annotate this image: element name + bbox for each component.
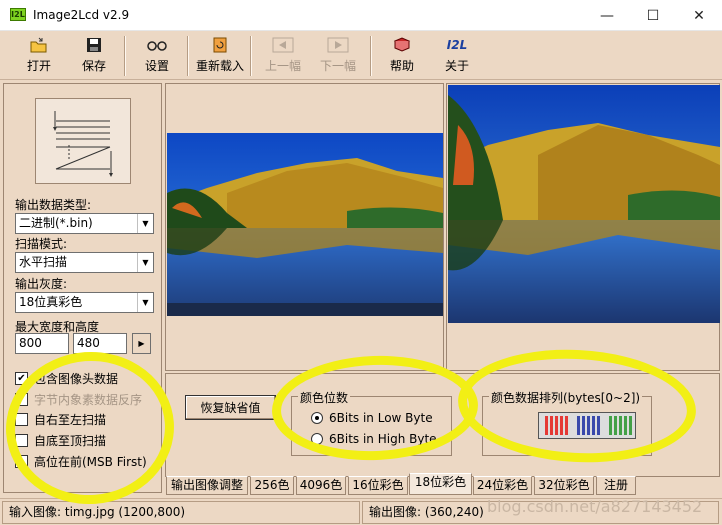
help-label: 帮助 <box>389 59 414 73</box>
maximize-button[interactable]: ☐ <box>630 0 676 31</box>
settings-button[interactable]: 设置 <box>140 35 174 77</box>
close-button[interactable]: ✕ <box>676 0 722 31</box>
checkbox-box[interactable] <box>15 434 28 447</box>
save-disk-icon <box>86 35 102 55</box>
scan-mode-select[interactable]: 水平扫描 ▼ <box>15 252 154 273</box>
output-image-pane <box>446 83 720 371</box>
tab-image-adjust[interactable]: 输出图像调整 <box>166 476 248 495</box>
open-folder-icon <box>30 35 48 55</box>
chevron-down-icon[interactable]: ▼ <box>137 293 153 312</box>
scan-mode-preview-icon <box>35 98 131 184</box>
apply-size-button[interactable]: ▶ <box>132 333 151 354</box>
checkbox-label: 包含图像头数据 <box>34 372 119 386</box>
tab-32bit-color[interactable]: 32位彩色 <box>534 476 594 495</box>
checkbox-box[interactable] <box>15 393 28 406</box>
color-bits-title: 颜色位数 <box>298 389 351 406</box>
options-panel: 输出数据类型: 二进制(*.bin) ▼ 扫描模式: 水平扫描 ▼ 输出灰度: … <box>3 83 162 493</box>
save-button[interactable]: 保存 <box>77 35 111 77</box>
save-label: 保存 <box>81 59 106 73</box>
toolbar: 打开 保存 设置 重新载入 上一幅 下一幅 帮助 I2L 关于 <box>0 31 722 80</box>
scan-mode-value: 水平扫描 <box>19 255 68 269</box>
tab-register[interactable]: 注册 <box>596 476 636 495</box>
title-bar: I2L Image2Lcd v2.9 — ☐ ✕ <box>0 0 722 31</box>
color-order-title: 颜色数据排列(bytes[0~2]) <box>489 389 643 406</box>
minimize-button[interactable]: — <box>584 0 630 31</box>
low-byte-radio[interactable]: 6Bits in Low Byte <box>311 411 433 425</box>
chevron-down-icon[interactable]: ▼ <box>137 214 153 233</box>
checkbox-box[interactable] <box>15 455 28 468</box>
checkbox-label: 自右至左扫描 <box>34 413 107 427</box>
radio-label: 6Bits in Low Byte <box>329 411 433 425</box>
tab-256-color[interactable]: 256色 <box>250 476 294 495</box>
open-button[interactable]: 打开 <box>22 35 56 77</box>
gray-level-select[interactable]: 18位真彩色 ▼ <box>15 292 154 313</box>
reload-button[interactable]: 重新载入 <box>194 35 246 77</box>
about-label: 关于 <box>444 59 469 73</box>
output-type-value: 二进制(*.bin) <box>19 216 93 230</box>
msb-first-checkbox[interactable]: 高位在前(MSB First) <box>15 453 147 470</box>
tab-4096-color[interactable]: 4096色 <box>296 476 346 495</box>
high-byte-radio[interactable]: 6Bits in High Byte <box>311 432 437 446</box>
tab-16bit-color[interactable]: 16位彩色 <box>348 476 408 495</box>
right-arrow-icon <box>327 35 349 55</box>
gray-level-value: 18位真彩色 <box>19 295 83 309</box>
bottom-to-top-checkbox[interactable]: 自底至顶扫描 <box>15 432 106 449</box>
tab-18bit-color[interactable]: 18位彩色 <box>409 473 472 495</box>
scan-mode-label: 扫描模式: <box>15 237 68 251</box>
color-bits-group: 颜色位数 6Bits in Low Byte 6Bits in High Byt… <box>291 389 452 456</box>
max-width-input[interactable]: 800 <box>15 333 69 354</box>
radio-label: 6Bits in High Byte <box>329 432 437 446</box>
left-arrow-icon <box>272 35 294 55</box>
color-order-group: 颜色数据排列(bytes[0~2]) <box>482 389 652 456</box>
checkbox-label: 字节内象素数据反序 <box>34 393 143 407</box>
toolbar-separator <box>124 36 126 76</box>
max-height-input[interactable]: 480 <box>73 333 127 354</box>
previous-label: 上一幅 <box>264 59 301 73</box>
play-arrow-icon: ▶ <box>138 339 145 348</box>
help-button[interactable]: 帮助 <box>385 35 419 77</box>
window-title: Image2Lcd v2.9 <box>33 8 130 22</box>
restore-defaults-button[interactable]: 恢复缺省值 <box>185 395 276 420</box>
radio-unselected[interactable] <box>311 433 323 445</box>
checkbox-box[interactable]: ✔ <box>15 372 28 385</box>
glasses-icon <box>147 35 167 55</box>
radio-selected[interactable] <box>311 412 323 424</box>
reverse-pixel-order-checkbox[interactable]: 字节内象素数据反序 <box>15 391 142 408</box>
about-logo-icon: I2L <box>446 38 468 52</box>
output-type-label: 输出数据类型: <box>15 198 92 212</box>
input-image-pane <box>165 83 444 371</box>
help-book-icon <box>393 35 411 55</box>
input-image <box>167 133 443 316</box>
toolbar-separator <box>370 36 372 76</box>
next-image-button[interactable]: 下一幅 <box>318 35 358 77</box>
toolbar-separator <box>187 36 189 76</box>
gray-level-label: 输出灰度: <box>15 277 68 291</box>
previous-image-button[interactable]: 上一幅 <box>263 35 303 77</box>
checkbox-label: 高位在前(MSB First) <box>34 455 147 469</box>
toolbar-separator <box>250 36 252 76</box>
right-to-left-checkbox[interactable]: 自右至左扫描 <box>15 411 106 428</box>
settings-label: 设置 <box>144 59 169 73</box>
next-label: 下一幅 <box>319 59 356 73</box>
checkbox-label: 自底至顶扫描 <box>34 434 107 448</box>
watermark-text: blog.csdn.net/a827143452 <box>487 497 703 516</box>
output-type-select[interactable]: 二进制(*.bin) ▼ <box>15 213 154 234</box>
byte-order-indicator <box>538 412 636 439</box>
reload-icon <box>213 35 227 55</box>
app-icon: I2L <box>10 8 26 21</box>
input-image-status: 输入图像: timg.jpg (1200,800) <box>2 501 360 524</box>
include-header-checkbox[interactable]: ✔ 包含图像头数据 <box>15 370 118 387</box>
open-label: 打开 <box>26 59 51 73</box>
about-button[interactable]: I2L 关于 <box>440 35 474 77</box>
tab-24bit-color[interactable]: 24位彩色 <box>473 476 532 495</box>
checkbox-box[interactable] <box>15 413 28 426</box>
output-image <box>448 85 720 323</box>
reload-label: 重新载入 <box>195 59 244 73</box>
chevron-down-icon[interactable]: ▼ <box>137 253 153 272</box>
